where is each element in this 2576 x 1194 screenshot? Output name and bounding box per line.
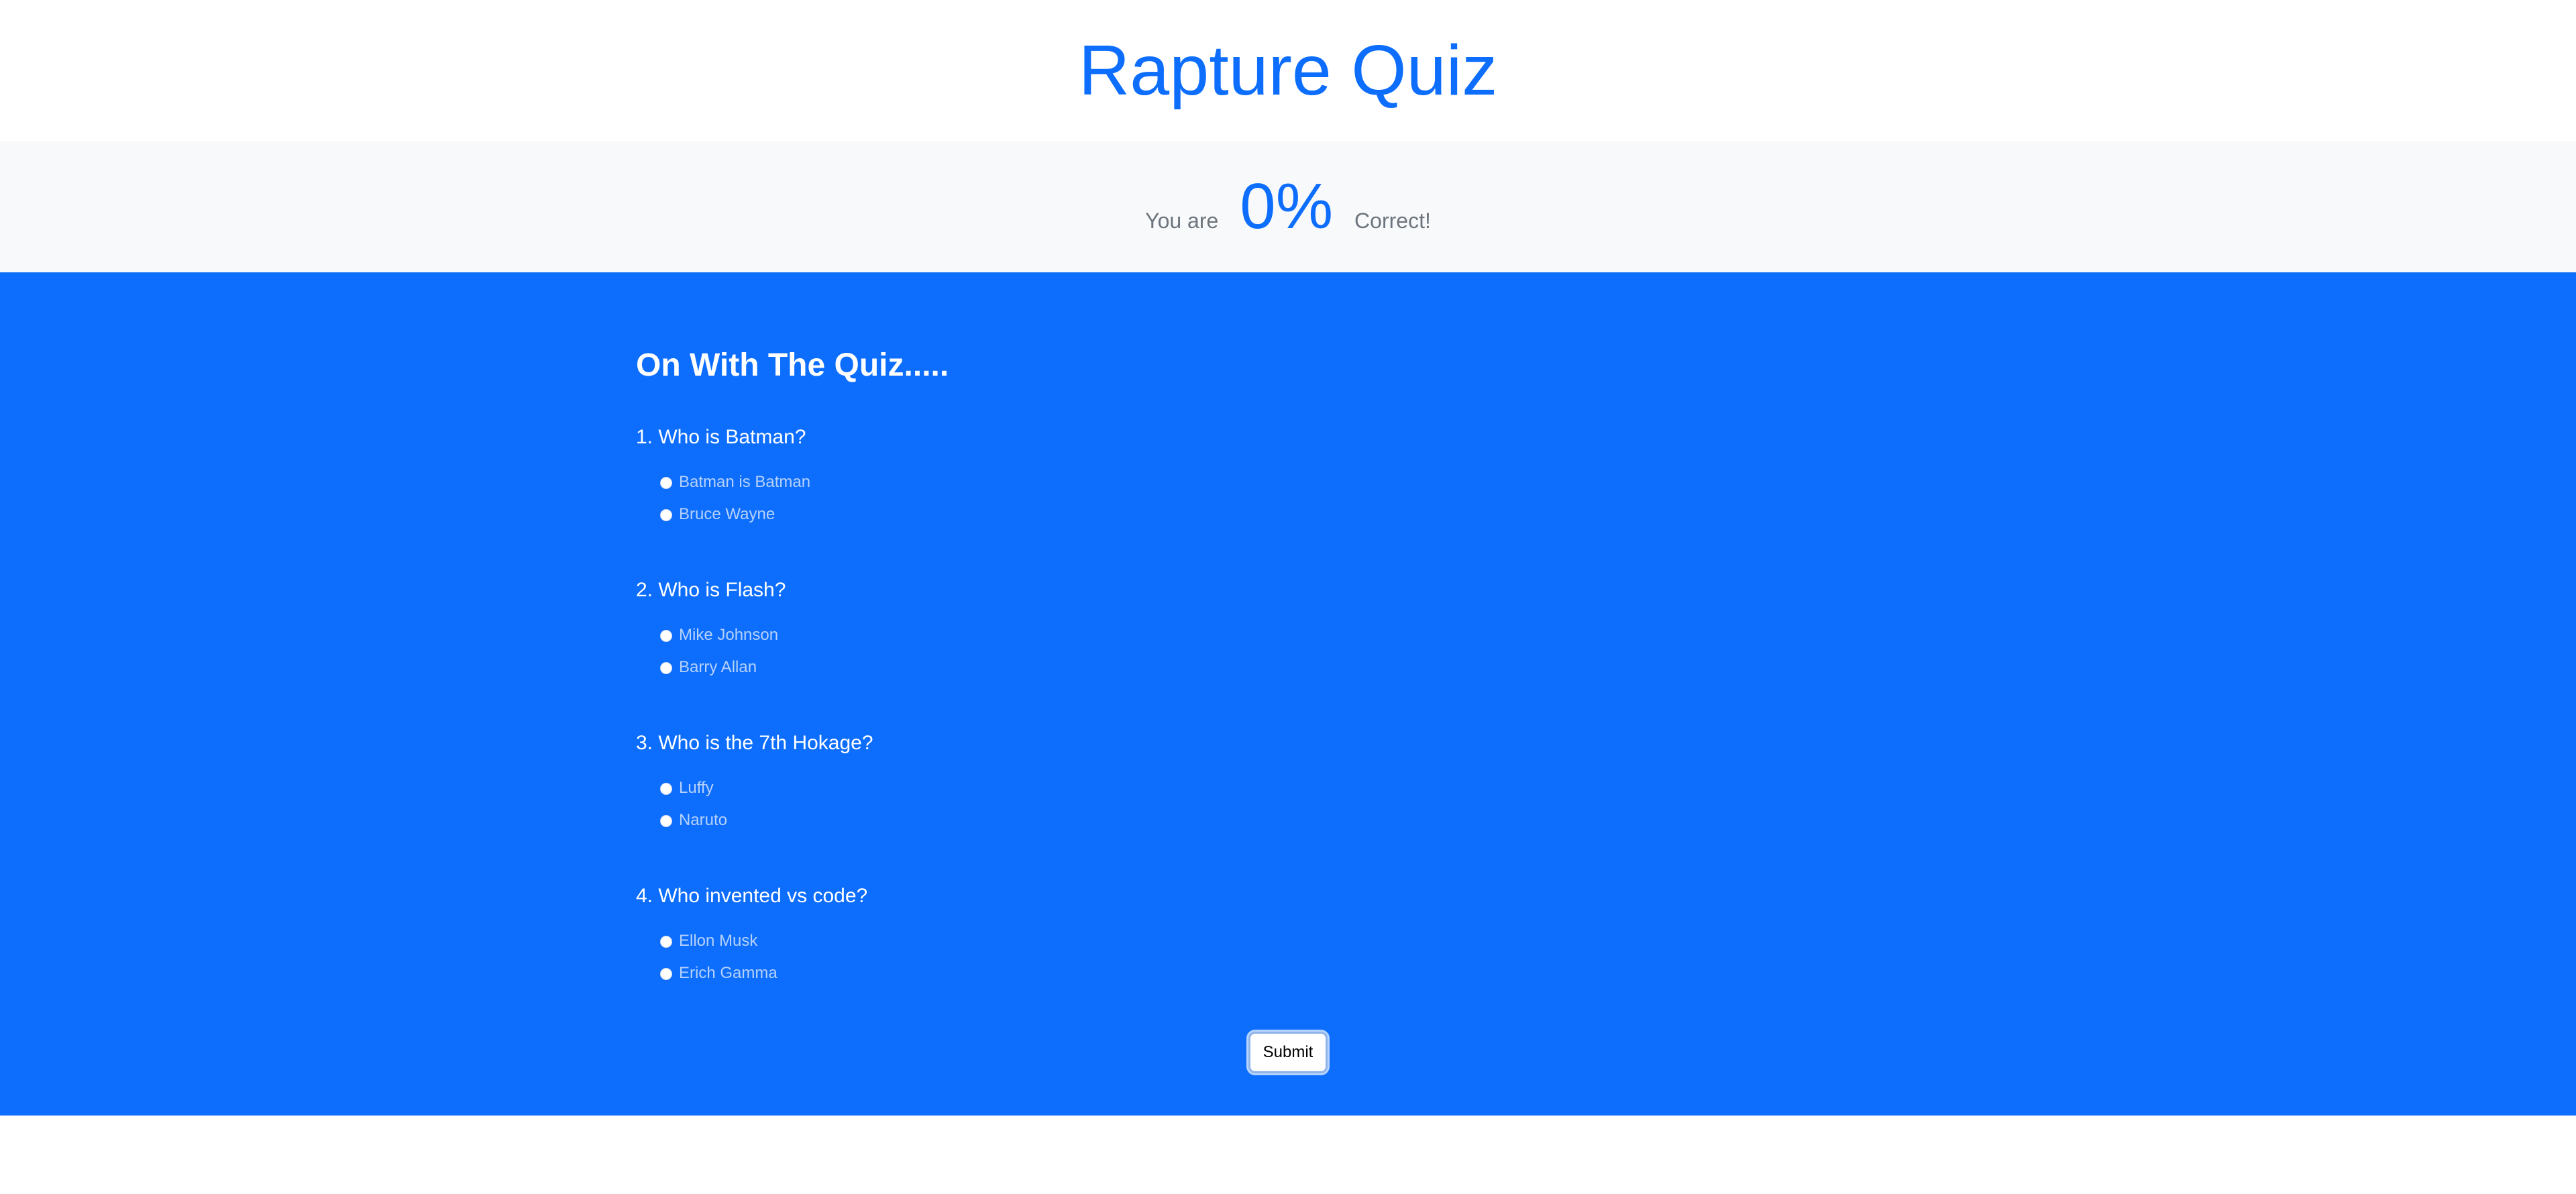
score-suffix: Correct!	[1354, 209, 1431, 233]
score-prefix: You are	[1145, 209, 1219, 233]
radio-button[interactable]	[660, 814, 672, 827]
question-3-option-2[interactable]: Naruto	[660, 805, 1940, 837]
option-label[interactable]: Batman is Batman	[679, 473, 810, 492]
question-2-option-2[interactable]: Barry Allan	[660, 652, 1940, 684]
question-4-option-2[interactable]: Erich Gamma	[660, 958, 1940, 990]
question-3-option-1[interactable]: Luffy	[660, 773, 1940, 805]
quiz-section: On With The Quiz..... 1. Who is Batman? …	[0, 272, 2576, 1116]
question-4-option-1[interactable]: Ellon Musk	[660, 926, 1940, 958]
question-1-option-1[interactable]: Batman is Batman	[660, 467, 1940, 499]
radio-button[interactable]	[660, 508, 672, 521]
radio-button[interactable]	[660, 935, 672, 948]
score-display: You are 0% Correct!	[1145, 170, 1431, 243]
option-label[interactable]: Ellon Musk	[679, 932, 757, 951]
question-text: 4. Who invented vs code?	[636, 884, 868, 907]
score-band: You are 0% Correct!	[0, 141, 2576, 272]
site-title: Rapture Quiz	[1078, 30, 1498, 110]
submit-button[interactable]: Submit	[1248, 1032, 1328, 1073]
radio-button[interactable]	[660, 629, 672, 642]
question-2: 2. Who is Flash? Mike Johnson Barry Alla…	[636, 578, 1940, 684]
quiz-form: On With The Quiz..... 1. Who is Batman? …	[636, 346, 1940, 1037]
radio-button[interactable]	[660, 476, 672, 489]
question-1-option-2[interactable]: Bruce Wayne	[660, 499, 1940, 531]
option-label[interactable]: Luffy	[679, 779, 714, 798]
option-label[interactable]: Barry Allan	[679, 658, 757, 677]
question-4: 4. Who invented vs code? Ellon Musk Eric…	[636, 884, 1940, 990]
question-1: 1. Who is Batman? Batman is Batman Bruce…	[636, 425, 1940, 531]
radio-button[interactable]	[660, 967, 672, 980]
option-label[interactable]: Erich Gamma	[679, 964, 777, 983]
question-3: 3. Who is the 7th Hokage? Luffy Naruto	[636, 731, 1940, 837]
score-percentage: 0%	[1240, 170, 1334, 242]
question-text: 2. Who is Flash?	[636, 578, 786, 601]
submit-row: Submit	[0, 1032, 2576, 1073]
radio-button[interactable]	[660, 661, 672, 674]
option-label[interactable]: Bruce Wayne	[679, 505, 775, 525]
question-text: 3. Who is the 7th Hokage?	[636, 731, 873, 754]
header: Rapture Quiz	[0, 0, 2576, 141]
option-label[interactable]: Naruto	[679, 811, 727, 830]
quiz-heading: On With The Quiz.....	[636, 347, 949, 383]
option-label[interactable]: Mike Johnson	[679, 626, 778, 645]
question-2-option-1[interactable]: Mike Johnson	[660, 620, 1940, 652]
question-text: 1. Who is Batman?	[636, 425, 806, 448]
radio-button[interactable]	[660, 782, 672, 795]
footer-space	[0, 1116, 2576, 1194]
